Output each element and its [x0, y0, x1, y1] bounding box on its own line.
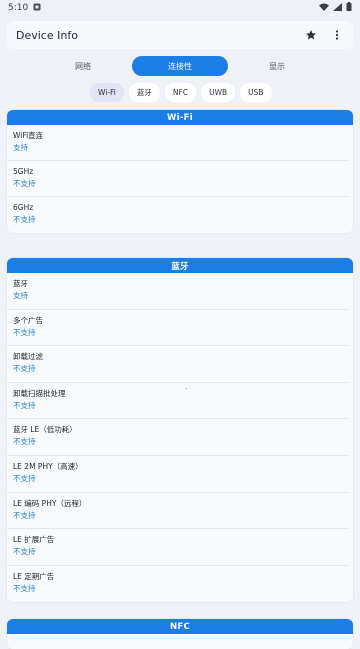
- divider-dot: [186, 388, 187, 389]
- chip-uwb[interactable]: UWB: [201, 83, 236, 102]
- row-label: LE 2M PHY（高速）: [13, 461, 83, 471]
- chip-usb[interactable]: USB: [240, 83, 272, 102]
- row-label: 多个广告: [13, 315, 43, 325]
- list-item: 6GHz 不支持: [7, 197, 349, 233]
- row-value: 不支持: [13, 437, 36, 447]
- list-item: 蓝牙 LE（低功耗） 不支持: [7, 419, 349, 456]
- more-vert-icon[interactable]: [329, 27, 345, 43]
- row-value: 不支持: [13, 215, 36, 224]
- status-bar: 5:10: [0, 0, 360, 16]
- star-icon[interactable]: [303, 27, 319, 43]
- row-label: WiFi直连: [13, 131, 44, 140]
- tab-display[interactable]: 显示: [229, 56, 325, 76]
- row-value: 不支持: [13, 510, 36, 520]
- list-item: WiFi直连 支持: [7, 125, 349, 161]
- row-value: 不支持: [13, 179, 36, 188]
- row-label: LE 扩展广告: [13, 535, 55, 545]
- bluetooth-card-title: 蓝牙: [7, 258, 353, 273]
- wifi-card: Wi-Fi WiFi直连 支持 5GHz 不支持 6GHz 不支持: [7, 110, 353, 233]
- row-value: 不支持: [13, 400, 36, 410]
- status-time: 5:10: [8, 3, 29, 13]
- row-label: 6GHz: [13, 203, 34, 212]
- nfc-card-title: NFC: [7, 619, 353, 634]
- chip-bluetooth[interactable]: 蓝牙: [128, 83, 160, 102]
- list-item: 多个广告 不支持: [7, 310, 349, 347]
- row-label: LE 定期广告: [13, 571, 55, 581]
- list-item: 5GHz 不支持: [7, 161, 349, 197]
- row-label: 蓝牙 LE（低功耗）: [13, 425, 77, 435]
- row-value: 不支持: [13, 583, 36, 593]
- tab-connectivity[interactable]: 连接性: [132, 56, 228, 76]
- app-title: Device Info: [16, 28, 78, 42]
- row-label: LE 编码 PHY（远程）: [13, 498, 87, 508]
- wifi-card-title: Wi-Fi: [7, 110, 353, 125]
- app-bar: Device Info: [7, 21, 353, 49]
- main-tabs: 网络 连接性 显示: [35, 56, 325, 76]
- chip-wifi[interactable]: Wi-Fi: [90, 83, 124, 102]
- list-item: LE 扩展广告 不支持: [7, 529, 349, 566]
- list-item: 卸载扫描批处理 不支持: [7, 383, 349, 420]
- wifi-icon: [319, 3, 329, 14]
- list-item: 卸载过滤 不支持: [7, 346, 349, 383]
- list-item: LE 定期广告 不支持: [7, 566, 349, 603]
- row-label: 5GHz: [13, 167, 34, 176]
- signal-icon: [333, 2, 342, 14]
- row-label: 卸载过滤: [13, 352, 43, 362]
- tab-network[interactable]: 网络: [35, 56, 131, 76]
- row-value: 不支持: [13, 473, 36, 483]
- row-label: 卸载扫描批处理: [13, 388, 66, 398]
- row-value: 不支持: [13, 327, 36, 337]
- row-value: 不支持: [13, 364, 36, 374]
- row-label: 蓝牙: [13, 279, 28, 288]
- bluetooth-card: 蓝牙 蓝牙 支持 多个广告 不支持 卸载过滤 不支持 卸载扫描批处理 不支持 蓝…: [7, 258, 353, 603]
- battery-icon: [346, 2, 352, 14]
- row-value: 不支持: [13, 547, 36, 557]
- list-item: 蓝牙 支持: [7, 273, 349, 310]
- chip-nfc[interactable]: NFC: [164, 83, 197, 102]
- list-item: LE 编码 PHY（远程） 不支持: [7, 493, 349, 530]
- row-value: 支持: [13, 143, 28, 152]
- notification-icon: [33, 3, 41, 14]
- section-chips: Wi-Fi 蓝牙 NFC UWB USB: [90, 83, 272, 102]
- nfc-card: NFC: [7, 619, 353, 649]
- row-value: 支持: [13, 291, 28, 300]
- list-item: LE 2M PHY（高速） 不支持: [7, 456, 349, 493]
